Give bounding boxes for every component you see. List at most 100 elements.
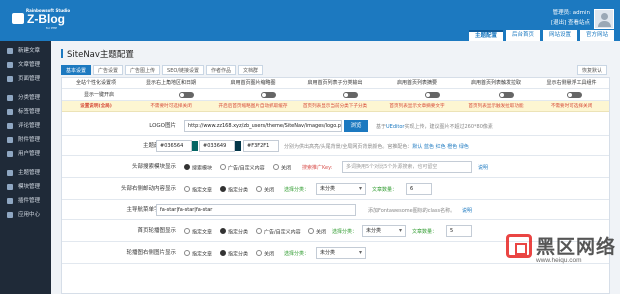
note-pull: 首页列表显示触发拉取功能 [468,104,524,109]
slider-count-input[interactable]: 5 [446,225,472,237]
note-summary: 首页列表显示文章摘要文字 [389,104,445,109]
logo-url-input[interactable]: http://www.zz168.xyz/zb_users/theme/Site… [184,120,342,132]
hot-option-post[interactable]: 指定文章 [184,186,212,194]
user-prefix: 管理员: [552,10,572,16]
logout-link[interactable]: [退出] [551,20,566,26]
search-module-row: 头部搜索模块显示 搜索模块 广告/自定义内容 关闭 搜索推广Key: 多词换用5… [62,156,609,178]
hot-option-category[interactable]: 指定分类 [220,186,248,194]
tab-site-settings[interactable]: 网站设置 [542,30,577,41]
color-background-input[interactable]: #F3F2F1 [243,140,279,152]
sidebar-item-app-center[interactable]: 应用中心 [0,208,51,222]
hot-category-select[interactable]: 未分类 [316,183,366,195]
search-help-link[interactable]: 说明 [478,164,488,171]
view-site-link[interactable]: 查看站点 [568,20,590,26]
subtab-author[interactable]: 作者作品 [206,65,237,75]
top-header: Rainbowsoft Studio Z-Blog for PHP 管理员: a… [0,0,620,41]
search-ad-key-label: 搜索推广Key: [302,165,333,171]
hot-content-label: 头部右侧邮动内容显示 [120,186,176,192]
tab-theme-config[interactable]: 主题配置 [468,30,503,41]
preset-orange[interactable]: 橙色 [447,144,457,150]
subtab-basic[interactable]: 基本设置 [61,65,92,75]
logo-mark-icon [12,13,24,24]
subtab-seo[interactable]: SEO/链接设置 [162,65,205,75]
top-tabs: 主题配置 后台首页 网站设置 官方网站 [468,30,614,41]
restore-default-button[interactable]: 恢复默认 [576,65,607,75]
slider-option-category[interactable]: 指定分类 [220,228,248,236]
sidebar-item-new-post[interactable]: 新建文章 [0,44,51,58]
color-secondary-input[interactable]: #033649 [199,140,235,152]
col-pull: 启用首页列表触发拉取 [470,80,521,86]
col-tools: 显示右侧悬浮工具组件 [546,80,597,86]
column-header-row: 全站个性化设置项 显示右上角地区和日期 启用首页图片缩略图 启用首页列表子分类输… [62,78,609,89]
tab-admin-home[interactable]: 后台首页 [505,30,540,41]
slider-option-ad[interactable]: 广告/自定义内容 [256,228,301,236]
sidebar-item-posts[interactable]: 文章管理 [0,58,51,72]
pages-icon [7,76,13,82]
ueditor-link[interactable]: UEditor [386,124,404,130]
slider-option-close[interactable]: 关闭 [308,228,326,236]
sidebar-item-themes[interactable]: 主题管理 [0,166,51,180]
tags-icon [7,109,13,115]
user-info: 管理员: admin [退出] 查看站点 [551,8,590,28]
sidebar-item-attachments[interactable]: 附件管理 [0,133,51,147]
preset-green[interactable]: 绿色 [459,144,469,150]
slider-right-option-post[interactable]: 指定文章 [184,250,212,258]
search-option-module[interactable]: 搜索模块 [184,164,212,172]
toggle-tools[interactable] [567,92,582,98]
browse-button[interactable]: 浏览 [344,120,368,132]
toggle-summary[interactable] [425,92,440,98]
color-hint: 分别为供出高亮/头尾背景/全局网页背景颜色。官推配色：默认 蓝色 红色 橙色 绿… [284,144,469,150]
color-row: 主题颜色设置 #036564 #033649 #F3F2F1 分别为供出高亮/头… [62,136,609,156]
color-primary-swatch[interactable] [192,141,198,151]
sidebar-item-plugins[interactable]: 插件管理 [0,194,51,208]
themes-icon [7,170,13,176]
categories-icon [7,95,13,101]
new-post-icon [7,48,13,54]
sidebar-item-categories[interactable]: 分类管理 [0,91,51,105]
slider-right-option-category[interactable]: 指定分类 [220,250,248,258]
col-global: 全站个性化设置项 [75,80,116,86]
col-thumbnail: 启用首页图片缩略图 [230,80,276,86]
toggle-pull[interactable] [499,92,514,98]
slider-option-post[interactable]: 指定文章 [184,228,212,236]
sidebar-item-modules[interactable]: 模块管理 [0,180,51,194]
hot-count-label: 文章数量： [372,187,398,193]
sidebar-item-comments[interactable]: 评论管理 [0,119,51,133]
preset-blue[interactable]: 蓝色 [424,144,434,150]
toggle-subcat[interactable] [343,92,358,98]
tab-official-site[interactable]: 官方网站 [579,30,614,41]
slider-right-option-close[interactable]: 关闭 [256,250,274,258]
toggle-thumbnail[interactable] [261,92,276,98]
subtab-ad-upload[interactable]: 广告图上传 [125,65,161,75]
preset-default[interactable]: 默认 [412,144,422,150]
search-option-ad[interactable]: 广告/自定义内容 [220,164,265,172]
note-thumbnail: 开启后首页缩略图片自动抓取缓存 [218,104,288,109]
subtab-ads[interactable]: 广告设置 [93,65,124,75]
hot-count-input[interactable]: 6 [406,183,432,195]
slider-category-select[interactable]: 未分类 [362,225,406,237]
search-option-close[interactable]: 关闭 [273,164,291,172]
nav-icons-input[interactable]: fa-star|fa-star|fa-star [156,204,356,216]
sidebar-item-tags[interactable]: 标签管理 [0,105,51,119]
subtab-docs[interactable]: 文档群 [238,65,264,75]
note-tools: 不需要时可选择关闭 [550,104,593,109]
avatar[interactable] [594,9,614,29]
color-secondary-swatch[interactable] [235,141,241,151]
page-title: SiteNav主题配置 [61,48,134,60]
logo-label: LOGO图片 [149,123,176,129]
slider-count-label: 文章数量： [412,229,438,235]
preset-red[interactable]: 红色 [436,144,446,150]
color-primary-input[interactable]: #036564 [156,140,192,152]
toggle-region-date[interactable] [179,92,194,98]
col-summary: 启用首页列表摘要 [396,80,437,86]
col-region-date: 显示右上角地区和日期 [145,80,196,86]
slider-right-category-select[interactable]: 未分类 [316,247,366,259]
search-ad-key-input[interactable]: 多词换用5个对比5个外源搜索，也可留空 [342,161,472,173]
sidebar: 新建文章 文章管理 页面管理 分类管理 标签管理 评论管理 附件管理 用户管理 … [0,41,51,294]
plugins-icon [7,198,13,204]
sidebar-item-pages[interactable]: 页面管理 [0,72,51,86]
nav-icons-row: 主导航菜单字体图标 fa-star|fa-star|fa-star 添加Font… [62,200,609,220]
hot-option-close[interactable]: 关闭 [256,186,274,194]
sidebar-item-users[interactable]: 用户管理 [0,147,51,161]
nav-icons-help-link[interactable]: 说明 [462,207,472,214]
